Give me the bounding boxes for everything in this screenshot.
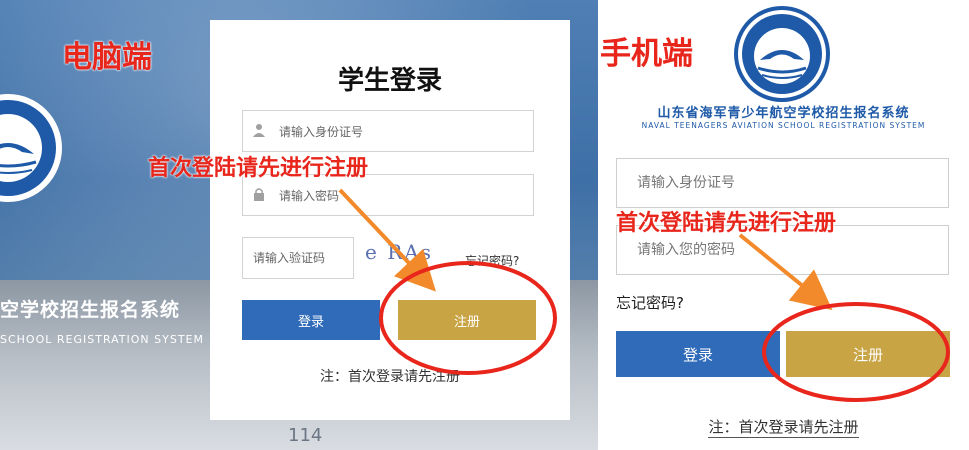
mobile-school-name: 山东省海军青少年航空学校招生报名系统 bbox=[657, 106, 910, 121]
mobile-first-login-hint: 首次登陆请先进行注册 bbox=[616, 211, 837, 236]
lock-icon bbox=[253, 187, 267, 203]
login-button[interactable]: 登录 bbox=[242, 300, 380, 340]
pc-school-name: 空学校招生报名系统 bbox=[0, 299, 181, 321]
school-logo-icon bbox=[0, 94, 62, 202]
id-number-input[interactable] bbox=[277, 111, 531, 153]
forgot-password-link[interactable]: 忘记密码? bbox=[465, 252, 519, 269]
mobile-register-button[interactable]: 注册 bbox=[786, 331, 950, 377]
id-number-field[interactable] bbox=[242, 110, 534, 153]
mobile-id-number-input[interactable] bbox=[617, 159, 948, 207]
mobile-school-logo-icon bbox=[734, 6, 830, 102]
mobile-login-button[interactable]: 登录 bbox=[616, 331, 780, 377]
mobile-register-note-text: 注：首次登录请先注册 bbox=[708, 418, 859, 438]
deck-number: 114 bbox=[288, 425, 323, 446]
pc-login-panel: 学生登录 e RAs 忘记密码? 登录 注册 注：首次登录请先注册 bbox=[210, 20, 570, 420]
pc-annotation-label: 电脑端 bbox=[62, 40, 152, 75]
pc-first-login-hint: 首次登陆请先进行注册 bbox=[148, 156, 369, 181]
mobile-id-number-field[interactable] bbox=[616, 158, 949, 208]
captcha-image[interactable]: e RAs bbox=[365, 240, 455, 276]
pc-school-name-en: SCHOOL REGISTRATION SYSTEM bbox=[0, 333, 204, 346]
mobile-forgot-password-link[interactable]: 忘记密码? bbox=[616, 292, 684, 313]
register-button[interactable]: 注册 bbox=[398, 300, 536, 340]
register-note: 注：首次登录请先注册 bbox=[320, 369, 460, 385]
user-icon bbox=[253, 123, 267, 139]
page-title: 学生登录 bbox=[337, 66, 442, 96]
mobile-annotation-label: 手机端 bbox=[600, 36, 693, 72]
mobile-register-note: 注：首次登录请先注册 bbox=[598, 416, 969, 438]
captcha-input[interactable] bbox=[243, 238, 353, 278]
captcha-field[interactable] bbox=[242, 237, 354, 279]
mobile-school-name-en: NAVAL TEENAGERS AVIATION SCHOOL REGISTRA… bbox=[641, 121, 926, 130]
